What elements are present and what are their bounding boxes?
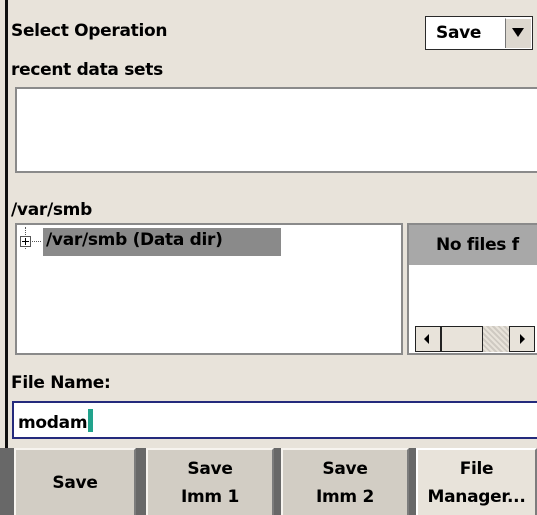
save-button-label: Save	[52, 472, 98, 493]
save-recall-dialog: Select Operation Save recent data sets /…	[0, 0, 537, 515]
scroll-right-icon[interactable]	[509, 326, 535, 352]
save-imm-2-label-line-2: Imm 2	[315, 486, 374, 507]
file-list-header-text: No files f	[436, 235, 519, 255]
recent-data-sets-list[interactable]	[15, 87, 537, 173]
recent-data-sets-label: recent data sets	[11, 60, 163, 80]
save-imm-2-label-line-1: Save	[322, 458, 368, 479]
directory-tree[interactable]: /var/smb (Data dir)	[15, 223, 403, 355]
operation-dropdown[interactable]: Save	[425, 16, 533, 50]
file-name-input[interactable]: modam	[12, 401, 537, 439]
file-manager-label-line-1: File	[459, 458, 494, 479]
save-imm-1-button[interactable]: Save Imm 1	[146, 448, 274, 515]
tree-branch-line	[32, 241, 41, 242]
save-button[interactable]: Save	[14, 448, 136, 515]
current-directory-path: /var/smb	[11, 200, 92, 220]
file-name-label: File Name:	[11, 373, 111, 393]
tree-node-data-dir[interactable]: /var/smb (Data dir)	[43, 228, 281, 256]
save-imm-1-label-line-1: Save	[187, 458, 233, 479]
file-manager-button[interactable]: File Manager...	[416, 448, 537, 515]
save-imm-2-button[interactable]: Save Imm 2	[281, 448, 409, 515]
softkey-bar: Save Save Imm 1 Save Imm 2 File Manager.…	[0, 448, 537, 515]
window-left-border	[5, 0, 8, 448]
file-list[interactable]: No files f	[407, 223, 537, 355]
file-name-value: modam	[18, 409, 94, 433]
operation-dropdown-value: Save	[436, 23, 482, 43]
file-name-text: modam	[18, 413, 88, 433]
scrollbar-thumb[interactable]	[441, 326, 483, 352]
tree-expand-icon[interactable]	[20, 236, 31, 247]
file-list-header: No files f	[409, 225, 537, 265]
save-imm-1-label-line-2: Imm 1	[180, 486, 239, 507]
select-operation-label: Select Operation	[11, 21, 168, 41]
text-cursor	[88, 409, 94, 432]
horizontal-scrollbar[interactable]	[415, 326, 535, 352]
dropdown-arrow-icon[interactable]	[505, 18, 531, 48]
scroll-left-icon[interactable]	[415, 326, 441, 352]
file-manager-label-line-2: Manager...	[427, 486, 526, 507]
